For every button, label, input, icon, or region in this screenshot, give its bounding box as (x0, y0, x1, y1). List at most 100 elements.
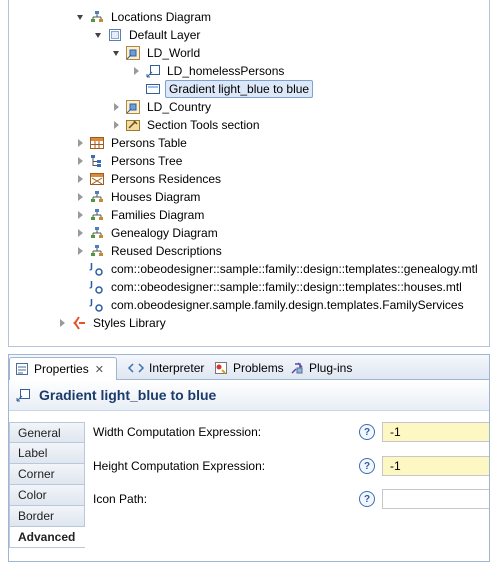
tree-item-java-extension-services[interactable]: J com.obeodesigner.sample.family.design.… (89, 296, 466, 314)
width-expression-row: Width Computation Expression: ? -1 (93, 421, 489, 443)
tab-plug-ins[interactable]: Plug-ins (285, 357, 356, 379)
help-icon[interactable]: ? (359, 458, 375, 474)
tab-interpreter[interactable]: Interpreter (123, 357, 208, 379)
tree-item-label: Styles Library (93, 316, 166, 330)
plugins-icon (289, 360, 305, 376)
width-expression-label: Width Computation Expression: (93, 425, 262, 439)
svg-text:J: J (89, 298, 93, 307)
tree-item-locations-diagram[interactable]: Locations Diagram (75, 8, 213, 26)
tree-item-label: Section Tools section (147, 118, 260, 132)
layer-icon (107, 27, 123, 43)
tree-item-label: Reused Descriptions (111, 244, 222, 258)
tree-item-label: Persons Table (111, 136, 187, 150)
expand-closed-icon[interactable] (75, 224, 85, 242)
interpreter-icon (127, 360, 145, 376)
close-icon[interactable]: ✕ (95, 363, 104, 376)
svg-text:J: J (89, 262, 93, 271)
tree-item-persons-residences[interactable]: Persons Residences (75, 170, 223, 188)
tree-item-ld-country[interactable]: LD_Country (111, 98, 213, 116)
height-expression-label: Height Computation Expression: (93, 459, 266, 473)
icon-path-row: Icon Path: ? (93, 488, 489, 510)
tree-item-reused-descriptions[interactable]: Reused Descriptions (75, 242, 224, 260)
width-expression-field[interactable]: -1 (382, 422, 489, 442)
height-expression-field[interactable]: -1 (382, 456, 489, 476)
section-tab-corner[interactable]: Corner (9, 464, 85, 485)
tree-item-label: LD_homelessPersons (167, 64, 285, 78)
tree-item-label: Families Diagram (111, 208, 205, 222)
diagram-icon (89, 207, 105, 223)
section-tabs: General Label Corner Color Border Advanc… (9, 422, 85, 548)
tree-item-label: com.obeodesigner.sample.family.design.te… (111, 298, 464, 312)
properties-header: Gradient light_blue to blue (9, 380, 489, 411)
section-tab-advanced[interactable]: Advanced (9, 527, 85, 548)
gradient-style-icon (145, 81, 161, 97)
tree-item-label: Persons Residences (111, 172, 222, 186)
properties-view: Properties ✕ Interpreter Problems Plug-i… (8, 354, 490, 562)
tree-item-default-layer[interactable]: Default Layer (93, 26, 202, 44)
expand-closed-icon[interactable] (75, 170, 85, 188)
view-tab-bar: Properties ✕ Interpreter Problems Plug-i… (9, 355, 489, 380)
container-mapping-icon (125, 45, 141, 61)
icon-path-field[interactable] (382, 489, 489, 509)
expand-closed-icon[interactable] (111, 116, 121, 134)
diagram-icon (89, 243, 105, 259)
tools-section-icon (125, 117, 141, 133)
tab-properties[interactable]: Properties ✕ (9, 357, 117, 380)
tree-item-label: com::obeodesigner::sample::family::desig… (111, 262, 478, 276)
help-icon[interactable]: ? (359, 424, 375, 440)
java-extension-icon: J (89, 297, 105, 313)
tree-item-styles-library[interactable]: Styles Library (57, 314, 168, 332)
tree-item-label: com::obeodesigner::sample::family::desig… (111, 280, 462, 294)
tab-problems[interactable]: Problems (209, 357, 288, 379)
tree-item-gradient-style[interactable]: Gradient light_blue to blue (145, 80, 314, 98)
tree-icon (89, 153, 105, 169)
tab-label: Properties (34, 362, 89, 376)
styles-library-icon (71, 315, 87, 331)
diagram-icon (89, 225, 105, 241)
properties-title: Gradient light_blue to blue (39, 387, 217, 403)
diagram-icon (89, 189, 105, 205)
expand-closed-icon[interactable] (75, 188, 85, 206)
table-icon (89, 135, 105, 151)
expand-open-icon[interactable] (93, 26, 103, 44)
expand-closed-icon[interactable] (57, 314, 67, 332)
tree-item-label: LD_Country (147, 100, 212, 114)
expand-closed-icon[interactable] (75, 152, 85, 170)
tree-item-label: Genealogy Diagram (111, 226, 218, 240)
tree-item-section-tools[interactable]: Section Tools section (111, 116, 262, 134)
expand-closed-icon[interactable] (131, 62, 141, 80)
tree-item-houses-diagram[interactable]: Houses Diagram (75, 188, 202, 206)
expand-open-icon[interactable] (111, 44, 121, 62)
tree-panel: Locations Diagram Default Layer LD_World… (8, 0, 490, 347)
expand-closed-icon[interactable] (75, 242, 85, 260)
expand-open-icon[interactable] (75, 8, 85, 26)
tree-item-ld-homeless-persons[interactable]: LD_homelessPersons (131, 62, 286, 80)
tree-item-ld-world[interactable]: LD_World (111, 44, 202, 62)
tree-item-families-diagram[interactable]: Families Diagram (75, 206, 206, 224)
tree-item-genealogy-diagram[interactable]: Genealogy Diagram (75, 224, 220, 242)
problems-icon (213, 360, 229, 376)
svg-text:J: J (89, 280, 93, 289)
tree-item-label: Default Layer (129, 28, 201, 42)
gradient-style-icon (15, 387, 31, 403)
help-icon[interactable]: ? (359, 491, 375, 507)
cross-table-icon (89, 171, 105, 187)
tree-item-label: Gradient light_blue to blue (165, 80, 314, 98)
icon-path-label: Icon Path: (93, 492, 148, 506)
tree-item-persons-table[interactable]: Persons Table (75, 134, 189, 152)
expand-closed-icon[interactable] (75, 134, 85, 152)
java-extension-icon: J (89, 261, 105, 277)
diagram-icon (89, 9, 105, 25)
section-tab-color[interactable]: Color (9, 485, 85, 506)
expand-closed-icon[interactable] (111, 98, 121, 116)
tree-item-java-extension-houses[interactable]: J com::obeodesigner::sample::family::des… (89, 278, 464, 296)
section-tab-label[interactable]: Label (9, 443, 85, 464)
expand-closed-icon[interactable] (75, 206, 85, 224)
tree-item-java-extension-genealogy[interactable]: J com::obeodesigner::sample::family::des… (89, 260, 480, 278)
java-extension-icon: J (89, 279, 105, 295)
tree-item-persons-tree[interactable]: Persons Tree (75, 152, 184, 170)
section-tab-border[interactable]: Border (9, 506, 85, 527)
height-expression-row: Height Computation Expression: ? -1 (93, 455, 489, 477)
section-tab-general[interactable]: General (9, 422, 85, 443)
tree-item-label: LD_World (147, 46, 201, 60)
